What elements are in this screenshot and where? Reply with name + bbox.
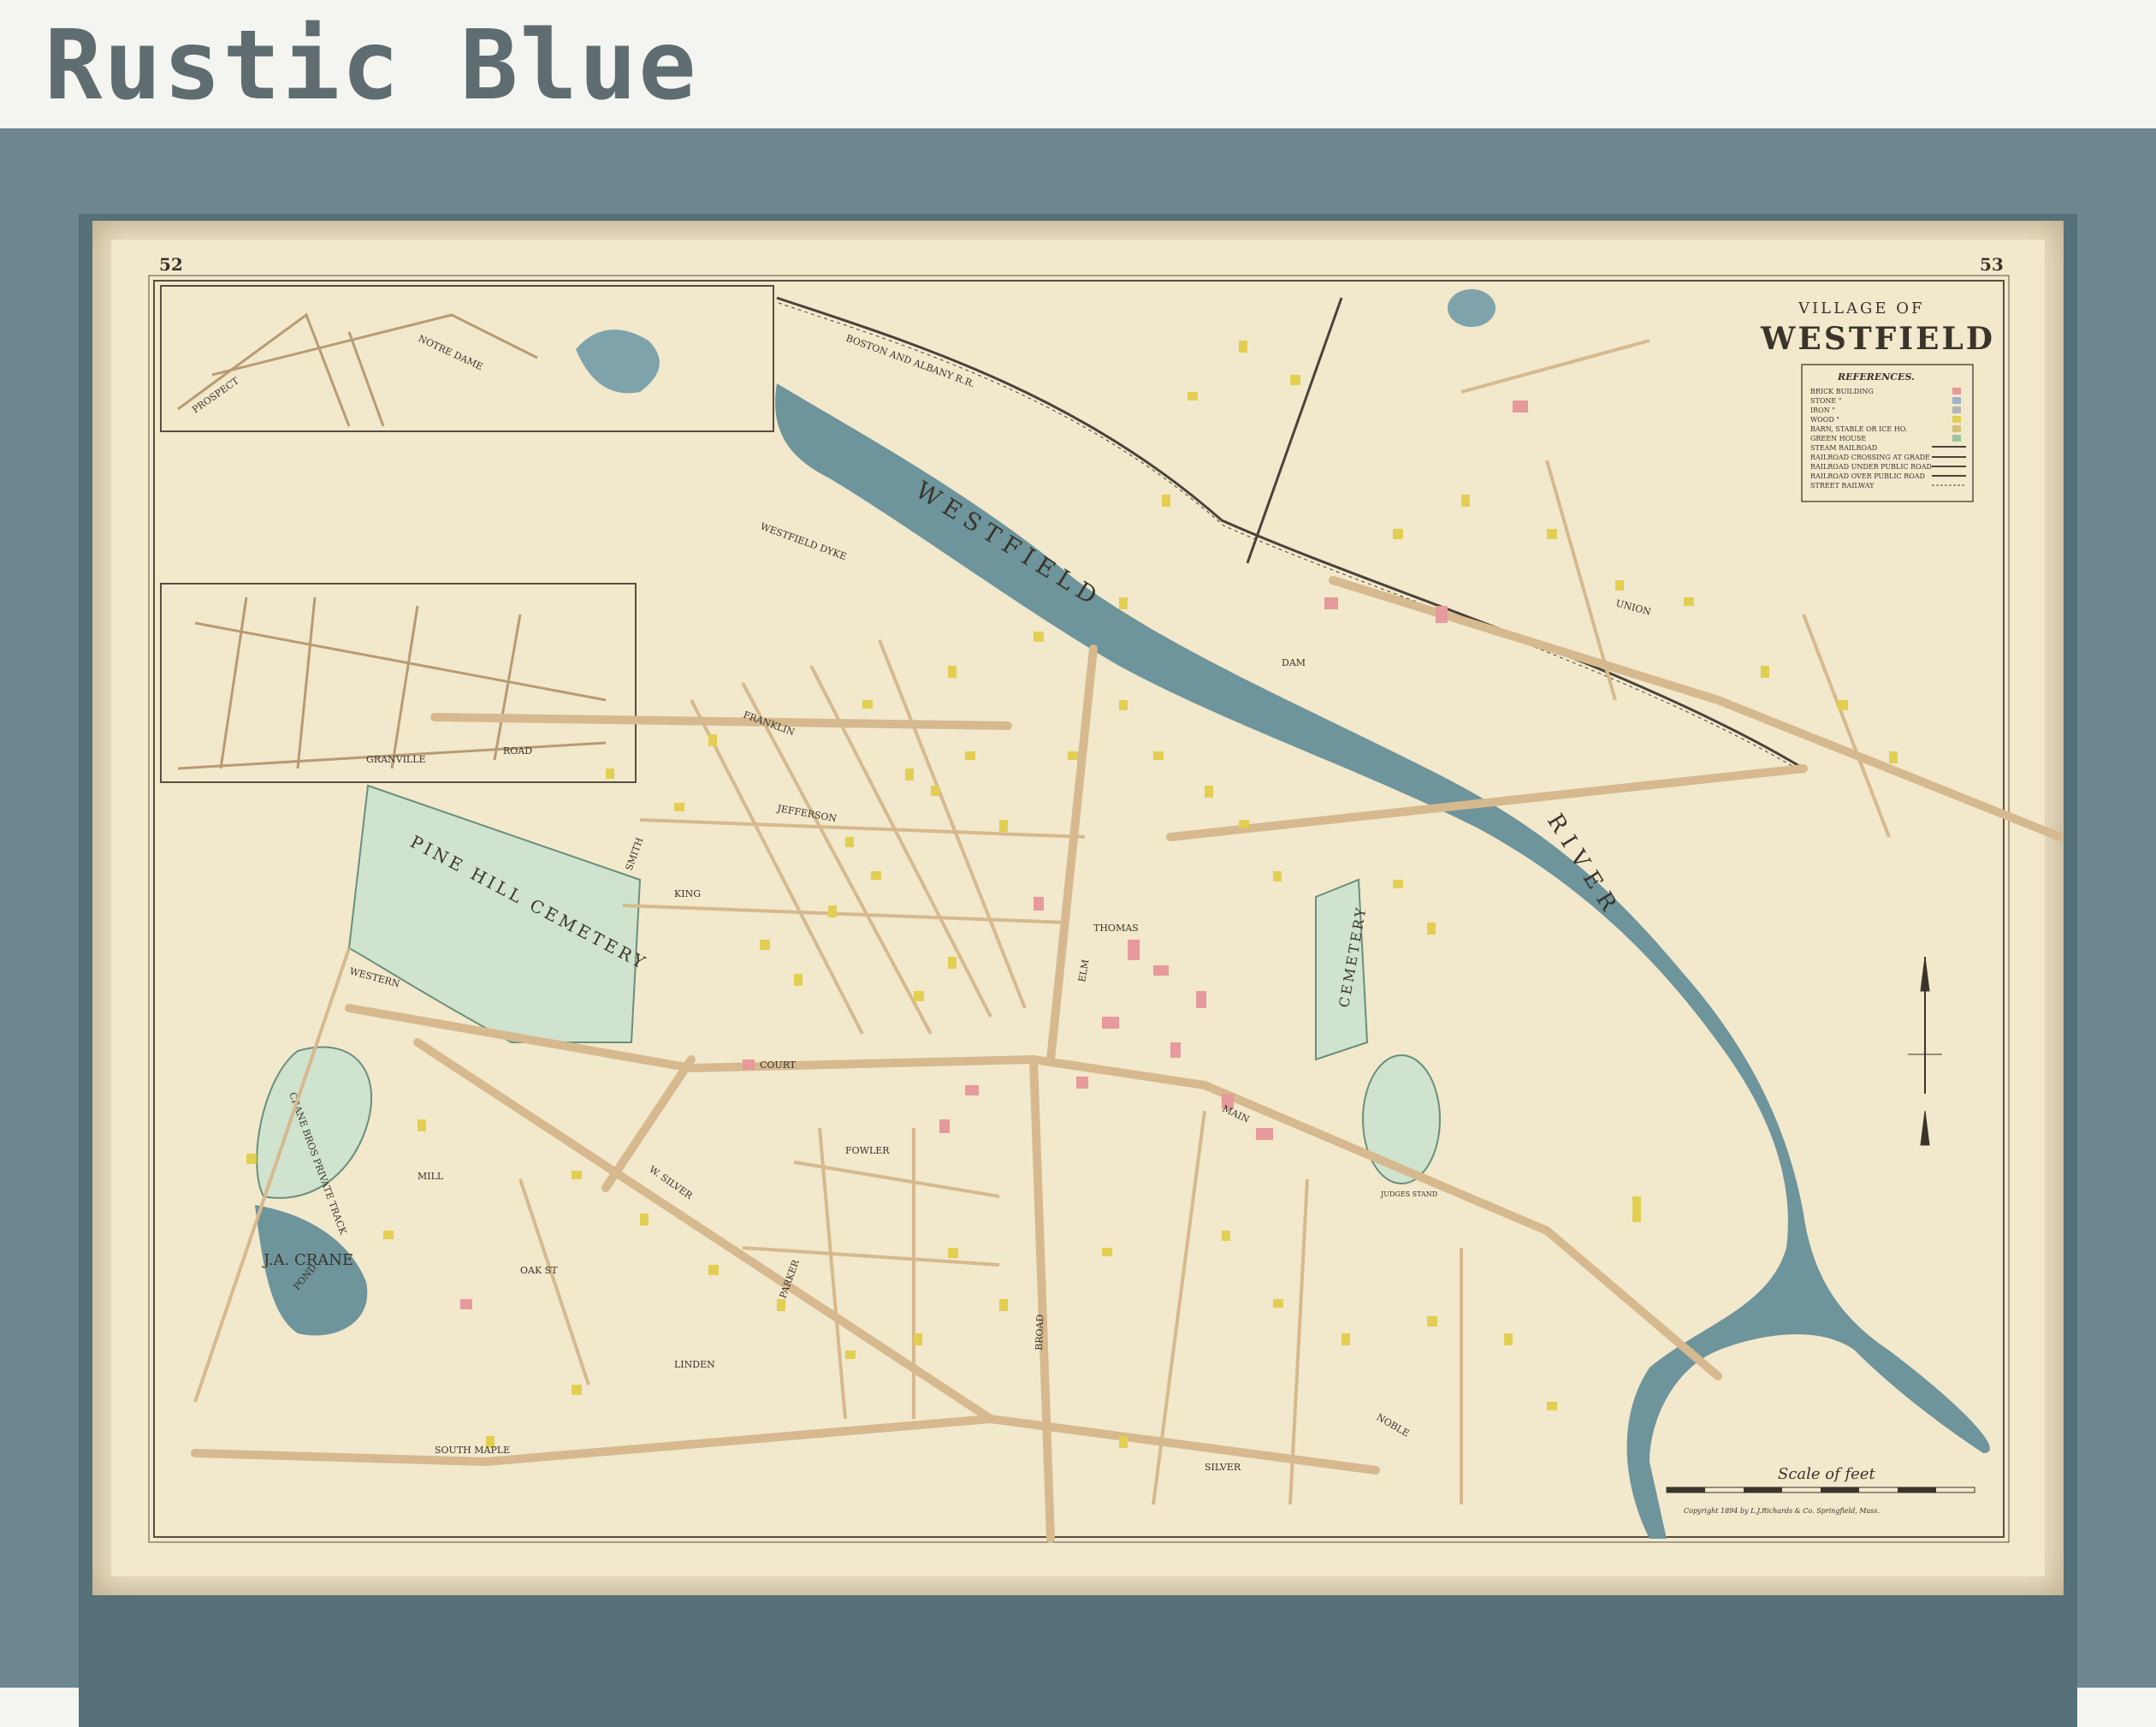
- label-ja-crane: J.A. CRANE: [262, 1251, 353, 1269]
- label-road: ROAD: [503, 745, 532, 757]
- label-linden: LINDEN: [674, 1359, 715, 1370]
- label-thomas: THOMAS: [1093, 923, 1139, 934]
- label-silver: SILVER: [1205, 1462, 1241, 1473]
- reference-rr-grade: RAILROAD CROSSING AT GRADE: [1810, 454, 1930, 461]
- north-pond: [1448, 289, 1496, 327]
- label-granville: GRANVILLE: [366, 754, 426, 765]
- reference-rr-under: RAILROAD UNDER PUBLIC ROAD: [1810, 463, 1932, 471]
- reference-street-railway: STREET RAILWAY: [1810, 482, 1875, 490]
- references-legend: [1801, 364, 1974, 502]
- label-oak: OAK ST: [520, 1265, 558, 1276]
- map-canvas: 52 53 NOTRE DAME PROSPECT GRANVILLE ROAD…: [111, 240, 2064, 1576]
- label-court: COURT: [760, 1059, 797, 1071]
- frame-style-title: Rustic Blue: [44, 10, 698, 122]
- page-number-right: 53: [1980, 254, 2004, 275]
- reference-iron: IRON ": [1810, 407, 1835, 414]
- label-south-maple: SOUTH MAPLE: [435, 1445, 510, 1456]
- reference-rr-over: RAILROAD OVER PUBLIC ROAD: [1810, 472, 1925, 480]
- inset-map-middle: [160, 583, 637, 783]
- scale-label: Scale of feet: [1778, 1465, 1875, 1483]
- label-mill: MILL: [418, 1171, 444, 1182]
- map-title-main: WESTFIELD: [1760, 321, 1995, 357]
- label-king: KING: [674, 888, 701, 899]
- page-header: Rustic Blue: [0, 0, 2156, 128]
- page-number-left: 52: [159, 254, 183, 275]
- reference-barn: BARN, STABLE OR ICE HO.: [1810, 425, 1907, 433]
- label-broad: BROAD: [1034, 1314, 1045, 1350]
- judges-stand-label: JUDGES STAND: [1380, 1190, 1437, 1198]
- reference-brick: BRICK BUILDING: [1810, 388, 1874, 395]
- map-title-small: VILLAGE OF: [1798, 300, 1925, 318]
- scale-bar: [1666, 1487, 1975, 1493]
- references-title: REFERENCES.: [1837, 371, 1915, 383]
- label-dam: DAM: [1282, 657, 1306, 668]
- reference-steam-railroad: STEAM RAILROAD: [1810, 444, 1877, 452]
- reference-stone: STONE ": [1810, 397, 1841, 405]
- copyright-text: Copyright 1894 by L.J.Richards & Co. Spr…: [1684, 1507, 1880, 1515]
- reference-wood: WOOD ": [1810, 416, 1839, 424]
- reference-green-house: GREEN HOUSE: [1810, 435, 1866, 442]
- label-fowler: FOWLER: [845, 1145, 890, 1156]
